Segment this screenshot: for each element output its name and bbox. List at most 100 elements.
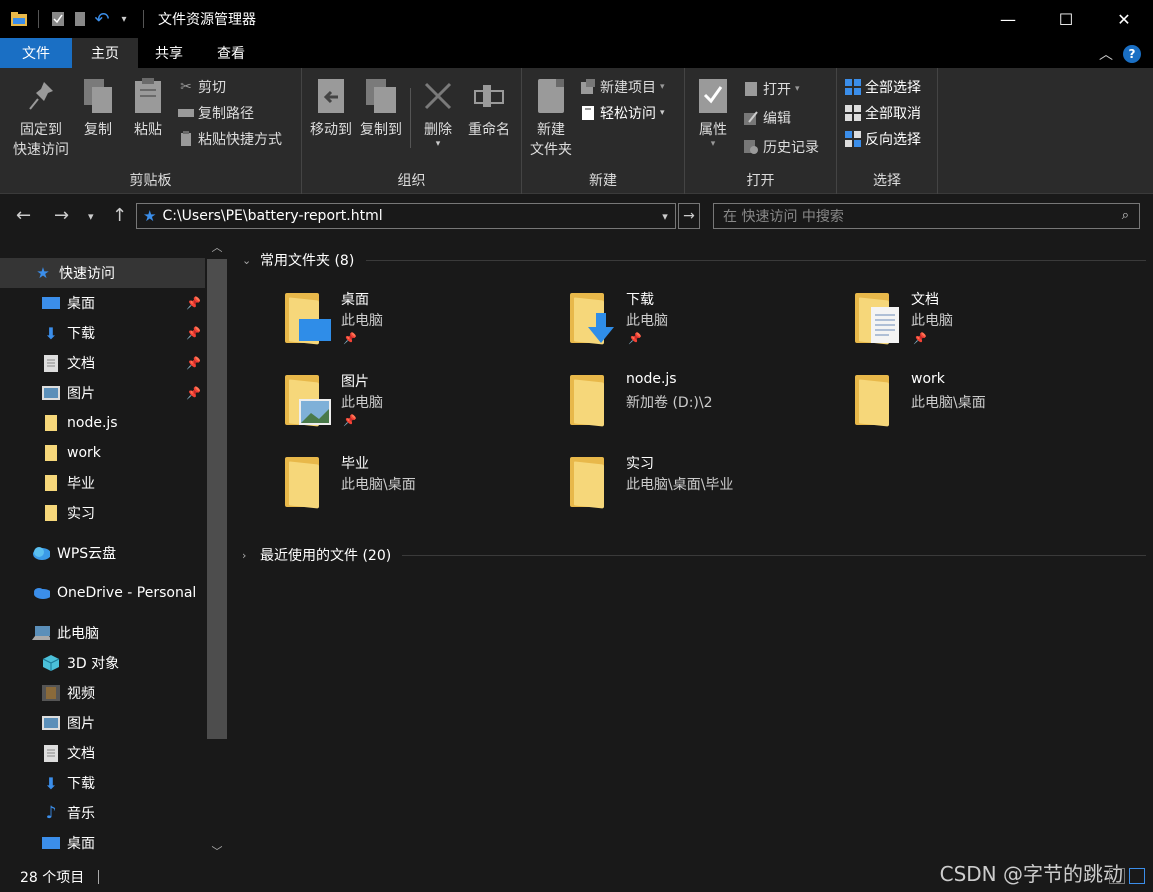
nav-pc-documents[interactable]: 文档 (0, 738, 205, 768)
document-icon (42, 744, 60, 762)
item-count: 28 个项目 (20, 870, 85, 886)
clipboard-group: 固定到 快速访问 复制 粘贴 ✂ 剪切 复制路径 粘贴快捷方式 剪贴板 (0, 68, 302, 194)
tab-share[interactable]: 共享 (138, 38, 200, 68)
properties-dropdown-chevron-icon[interactable]: ▾ (711, 140, 716, 149)
history-button[interactable]: 历史记录 (743, 136, 819, 158)
new-item-button[interactable]: 新建项目 ▾ (580, 76, 665, 98)
download-arrow-icon: ⬇ (44, 323, 58, 343)
select-all-button[interactable]: 全部选择 (845, 76, 921, 98)
minimize-button[interactable]: — (979, 0, 1037, 38)
tab-home[interactable]: 主页 (72, 38, 138, 68)
forward-arrow-icon[interactable]: → (54, 205, 69, 226)
folder-location: 此电脑 (341, 395, 383, 411)
folder-tile-internship[interactable]: 实习 此电脑\桌面\毕业 (570, 453, 830, 523)
nav-quick-access[interactable]: ★ 快速访问 (0, 258, 205, 288)
new-folder-quick-icon[interactable] (71, 10, 89, 28)
pin-quick-access-button[interactable]: 固定到 快速访问 (10, 76, 72, 160)
copy-to-button[interactable]: 复制到 (358, 76, 404, 140)
folder-tile-nodejs[interactable]: node.js 新加卷 (D:)\2 (570, 371, 830, 441)
go-arrow-icon[interactable]: → (678, 203, 700, 229)
new-folder-button[interactable]: 新建 文件夹 (526, 76, 576, 160)
paste-shortcut-button[interactable]: 粘贴快捷方式 (178, 128, 282, 150)
collapse-ribbon-chevron-icon[interactable]: ︿ (1099, 44, 1113, 64)
address-dropdown-chevron-icon[interactable]: ▾ (654, 203, 676, 229)
nav-wps-cloud[interactable]: WPS云盘 (0, 538, 205, 568)
scroll-down-chevron-icon[interactable]: ﹀ (206, 843, 228, 863)
nav-pc-3d-objects[interactable]: 3D 对象 (0, 648, 205, 678)
folder-tile-work[interactable]: work 此电脑\桌面 (855, 371, 1115, 441)
nav-pc-desktop[interactable]: 桌面 (0, 828, 205, 858)
nav-pc-pictures[interactable]: 图片 (0, 708, 205, 738)
open-dropdown-chevron-icon[interactable]: ▾ (795, 84, 800, 94)
copy-label: 复制 (84, 122, 112, 138)
recent-locations-chevron-icon[interactable]: ▾ (88, 210, 94, 223)
address-path: C:\Users\PE\battery-report.html (162, 208, 383, 224)
tab-file[interactable]: 文件 (0, 38, 72, 68)
nav-scrollbar-thumb[interactable] (207, 259, 227, 739)
nav-item-graduation[interactable]: 毕业 (0, 468, 205, 498)
nav-pc-downloads[interactable]: ⬇ 下载 (0, 768, 205, 798)
nav-item-pictures[interactable]: 图片 📌 (0, 378, 205, 408)
nav-item-nodejs[interactable]: node.js (0, 408, 205, 438)
folder-name: 文档 (911, 292, 939, 308)
rename-button[interactable]: 重命名 (464, 76, 514, 140)
folder-tile-pictures[interactable]: 图片 此电脑 📌 (285, 371, 545, 441)
nav-pc-music[interactable]: ♪ 音乐 (0, 798, 205, 828)
large-icons-view-icon[interactable] (1129, 868, 1145, 884)
collapse-chevron-icon: ⌄ (242, 253, 252, 267)
onedrive-cloud-icon (32, 584, 50, 602)
scroll-up-chevron-icon[interactable]: ︿ (206, 239, 228, 259)
3d-cube-icon (42, 654, 60, 672)
copy-button[interactable]: 复制 (80, 76, 116, 140)
properties-check-icon[interactable] (49, 10, 67, 28)
move-to-button[interactable]: 移动到 (308, 76, 354, 140)
folder-tile-documents[interactable]: 文档 此电脑 📌 (855, 289, 1115, 359)
nav-pc-videos[interactable]: 视频 (0, 678, 205, 708)
folder-tile-graduation[interactable]: 毕业 此电脑\桌面 (285, 453, 545, 523)
open-button[interactable]: 打开 ▾ (743, 78, 800, 100)
help-icon[interactable]: ? (1123, 45, 1141, 63)
properties-icon (695, 76, 731, 116)
explorer-folder-icon (10, 10, 28, 28)
nav-item-internship[interactable]: 实习 (0, 498, 205, 528)
search-icon[interactable]: ⌕ (1122, 208, 1129, 223)
new-item-dropdown-chevron-icon[interactable]: ▾ (660, 82, 665, 92)
nav-item-downloads[interactable]: ⬇ 下载 📌 (0, 318, 205, 348)
close-button[interactable]: ✕ (1095, 0, 1153, 38)
folder-location: 此电脑 (911, 313, 953, 329)
recent-files-header[interactable]: › 最近使用的文件 (20) (242, 545, 391, 565)
paste-button[interactable]: 粘贴 (130, 76, 166, 140)
folder-icon (285, 375, 331, 427)
new-group-label: 新建 (589, 173, 617, 189)
select-none-button[interactable]: 全部取消 (845, 102, 921, 124)
folder-tile-downloads[interactable]: 下载 此电脑 📌 (570, 289, 830, 359)
invert-selection-button[interactable]: 反向选择 (845, 128, 921, 150)
nav-this-pc[interactable]: 此电脑 (0, 618, 205, 648)
customize-toolbar-chevron-icon[interactable]: ▾ (115, 10, 133, 28)
details-view-icon[interactable] (1109, 868, 1125, 884)
frequent-folders-header[interactable]: ⌄ 常用文件夹 (8) (242, 250, 354, 270)
edit-button[interactable]: 编辑 (743, 107, 791, 129)
cut-button[interactable]: ✂ 剪切 (178, 76, 226, 98)
easy-access-button[interactable]: 轻松访问 ▾ (580, 102, 665, 124)
search-input[interactable]: 在 快速访问 中搜索 ⌕ (713, 203, 1140, 229)
folder-tile-desktop[interactable]: 桌面 此电脑 📌 (285, 289, 545, 359)
easy-access-dropdown-chevron-icon[interactable]: ▾ (660, 108, 665, 118)
undo-icon[interactable]: ↶ (93, 9, 111, 30)
nav-onedrive[interactable]: OneDrive - Personal (0, 578, 206, 608)
address-bar[interactable]: ★ C:\Users\PE\battery-report.html (136, 203, 676, 229)
properties-button[interactable]: 属性 ▾ (695, 76, 731, 149)
nav-item-work[interactable]: work (0, 438, 205, 468)
tab-view[interactable]: 查看 (200, 38, 262, 68)
quick-access-toolbar: ↶ ▾ 文件资源管理器 (0, 0, 256, 38)
up-arrow-icon[interactable]: ↑ (112, 205, 127, 226)
nav-this-pc-label: 此电脑 (57, 626, 99, 642)
pin-icon (23, 76, 59, 116)
nav-item-documents[interactable]: 文档 📌 (0, 348, 205, 378)
maximize-button[interactable]: ☐ (1037, 0, 1095, 38)
delete-dropdown-chevron-icon[interactable]: ▾ (436, 140, 441, 149)
copy-path-button[interactable]: 复制路径 (178, 102, 254, 124)
delete-button[interactable]: 删除 ▾ (420, 76, 456, 149)
nav-item-desktop[interactable]: 桌面 📌 (0, 288, 205, 318)
back-arrow-icon[interactable]: ← (16, 205, 31, 226)
